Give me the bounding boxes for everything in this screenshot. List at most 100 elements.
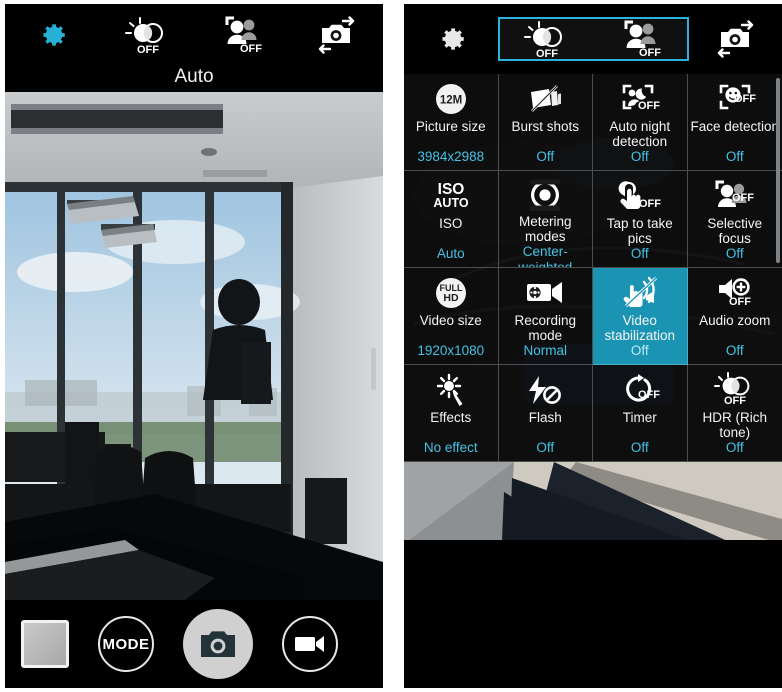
burst-shots-icon bbox=[527, 81, 563, 117]
iso-icon: ISO AUTO bbox=[423, 178, 479, 214]
svg-text:OFF: OFF bbox=[639, 198, 661, 210]
setting-cell-video-size[interactable]: FULL HD Video size 1920x1080 bbox=[404, 268, 499, 365]
selfie-off-badge: OFF bbox=[639, 47, 661, 59]
settings-grid: 12M Picture size 3984x2988 Burst shots O… bbox=[404, 74, 782, 462]
setting-value: 3984x2988 bbox=[417, 149, 485, 164]
svg-text:OFF: OFF bbox=[732, 192, 754, 204]
metering-modes-icon bbox=[528, 178, 562, 212]
svg-text:HD: HD bbox=[443, 292, 459, 304]
recording-mode-icon bbox=[524, 275, 566, 311]
setting-title: Selective focus bbox=[707, 216, 763, 246]
setting-value: Off bbox=[536, 440, 555, 455]
setting-cell-selective-focus[interactable]: OFF Selective focus Off bbox=[687, 171, 782, 268]
setting-title: Video stabilization bbox=[604, 313, 676, 343]
hdr-rich-tone-icon: OFF bbox=[709, 372, 761, 408]
setting-cell-effects[interactable]: Effects No effect bbox=[404, 365, 499, 462]
setting-cell-hdr-rich-tone[interactable]: OFF HDR (Rich tone) Off bbox=[687, 365, 782, 462]
setting-value: Off bbox=[630, 246, 649, 261]
setting-value: No effect bbox=[423, 440, 478, 455]
effects-icon bbox=[434, 372, 468, 408]
camera-icon bbox=[201, 631, 235, 657]
shutter-button[interactable] bbox=[183, 609, 253, 679]
settings-grid-panel: 12M Picture size 3984x2988 Burst shots O… bbox=[404, 74, 782, 462]
left-camera-panel: OFF OFF Auto MODE bbox=[5, 4, 383, 688]
setting-value: Off bbox=[725, 149, 744, 164]
svg-text:AUTO: AUTO bbox=[433, 196, 468, 210]
setting-value: Off bbox=[536, 149, 555, 164]
settings-scrollbar[interactable] bbox=[776, 78, 780, 263]
setting-title: Metering modes bbox=[518, 214, 572, 244]
setting-title: Audio zoom bbox=[699, 313, 771, 328]
setting-value: Normal bbox=[523, 343, 567, 358]
svg-text:OFF: OFF bbox=[638, 389, 660, 401]
people-icon: OFF bbox=[624, 20, 661, 59]
selfie-mode-button[interactable]: OFF bbox=[593, 19, 687, 59]
setting-cell-audio-zoom[interactable]: OFF Audio zoom Off bbox=[687, 268, 782, 365]
setting-title: HDR (Rich tone) bbox=[702, 410, 767, 440]
people-icon: OFF bbox=[225, 16, 263, 55]
setting-title: Tap to take pics bbox=[606, 216, 673, 246]
settings-gear-button[interactable] bbox=[404, 4, 498, 74]
setting-title: Recording mode bbox=[514, 313, 577, 343]
hdr-toggle-button[interactable]: OFF bbox=[100, 4, 195, 66]
svg-text:OFF: OFF bbox=[729, 296, 751, 308]
gallery-thumbnail-button[interactable] bbox=[21, 620, 69, 668]
picture-size-icon: 12M bbox=[434, 81, 468, 117]
setting-value: Off bbox=[725, 246, 744, 261]
switch-camera-button[interactable] bbox=[689, 4, 782, 74]
setting-cell-flash[interactable]: Flash Off bbox=[498, 365, 593, 462]
setting-cell-picture-size[interactable]: 12M Picture size 3984x2988 bbox=[404, 74, 499, 171]
right-camera-settings-panel: OFF OFF 12M Picture size 3984x2988 Burst… bbox=[404, 4, 782, 688]
setting-cell-metering-modes[interactable]: Metering modes Center-weighted bbox=[498, 171, 593, 268]
setting-title: Video size bbox=[419, 313, 482, 328]
setting-title: Effects bbox=[430, 410, 472, 425]
setting-cell-video-stabilization[interactable]: Video stabilization Off bbox=[593, 268, 688, 365]
toolbar-highlight-group[interactable]: OFF OFF bbox=[497, 17, 689, 61]
left-bottom-controls: MODE bbox=[5, 600, 383, 688]
selfie-mode-button[interactable]: OFF bbox=[194, 4, 289, 66]
camera-switch-icon bbox=[318, 16, 354, 54]
setting-value: 1920x1080 bbox=[417, 343, 485, 358]
gear-icon bbox=[442, 28, 464, 50]
setting-cell-tap-to-take-pics[interactable]: OFF Tap to take pics Off bbox=[593, 171, 688, 268]
hdr-off-badge: OFF bbox=[536, 48, 558, 60]
viewfinder-preview-left[interactable] bbox=[5, 92, 383, 600]
video-stabilization-icon bbox=[618, 275, 662, 311]
settings-gear-button[interactable] bbox=[5, 4, 100, 66]
setting-title: ISO bbox=[439, 216, 463, 231]
setting-title: Auto night detection bbox=[609, 119, 671, 149]
selfie-off-badge: OFF bbox=[240, 43, 262, 55]
setting-cell-iso[interactable]: ISO AUTO ISO Auto bbox=[404, 171, 499, 268]
setting-cell-timer[interactable]: OFF Timer Off bbox=[593, 365, 688, 462]
audio-zoom-icon: OFF bbox=[713, 275, 757, 311]
auto-night-icon: OFF bbox=[616, 81, 664, 117]
left-toolbar: OFF OFF bbox=[5, 4, 383, 66]
setting-title: Burst shots bbox=[511, 119, 580, 134]
hdr-icon: OFF bbox=[124, 17, 163, 56]
viewfinder-black-footer bbox=[404, 540, 782, 614]
svg-text:OFF: OFF bbox=[638, 100, 660, 112]
setting-cell-burst-shots[interactable]: Burst shots Off bbox=[498, 74, 593, 171]
mode-button[interactable]: MODE bbox=[98, 616, 154, 672]
tap-to-take-pics-icon: OFF bbox=[617, 178, 663, 214]
shooting-mode-label: Auto bbox=[5, 66, 383, 92]
flash-icon bbox=[525, 372, 565, 408]
setting-value: Off bbox=[630, 440, 649, 455]
video-camera-icon bbox=[295, 636, 324, 652]
setting-title: Face detection bbox=[690, 119, 780, 134]
face-detection-icon: OFF bbox=[711, 81, 759, 117]
switch-camera-button[interactable] bbox=[289, 4, 384, 66]
svg-text:12M: 12M bbox=[440, 95, 462, 107]
panel-gap bbox=[383, 0, 396, 692]
camera-switch-icon bbox=[718, 20, 754, 58]
record-video-button[interactable] bbox=[282, 616, 338, 672]
office-interior-image bbox=[5, 92, 383, 600]
setting-value: Off bbox=[725, 343, 744, 358]
timer-icon: OFF bbox=[618, 372, 662, 408]
hdr-toggle-button[interactable]: OFF bbox=[500, 19, 594, 60]
setting-value: Off bbox=[725, 440, 744, 455]
hdr-icon: OFF bbox=[524, 21, 563, 60]
setting-cell-auto-night-detection[interactable]: OFF Auto night detection Off bbox=[593, 74, 688, 171]
setting-cell-recording-mode[interactable]: Recording mode Normal bbox=[498, 268, 593, 365]
setting-cell-face-detection[interactable]: OFF Face detection Off bbox=[687, 74, 782, 171]
